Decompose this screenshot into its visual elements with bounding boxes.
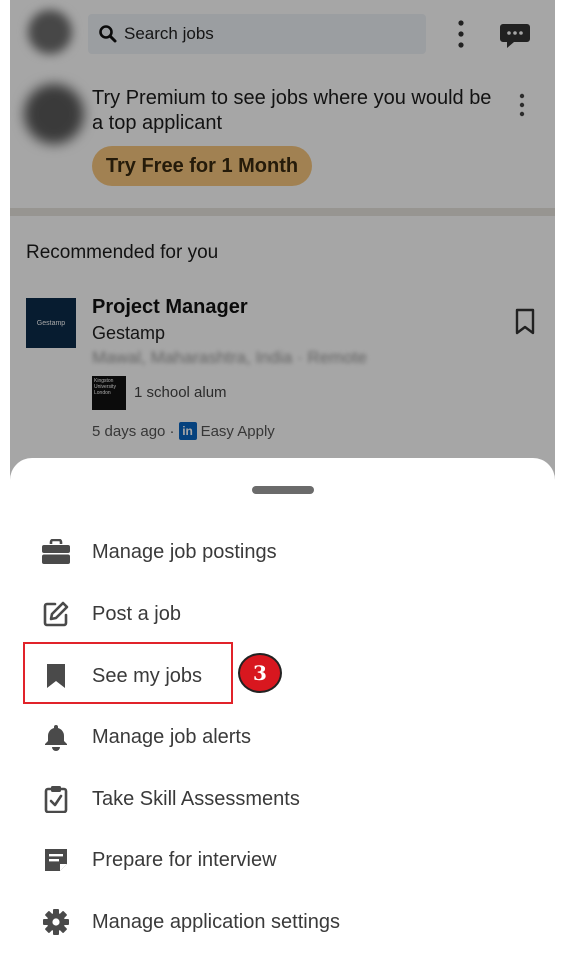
menu-item-label: Prepare for interview (92, 848, 277, 871)
edit-icon (40, 598, 72, 630)
menu-item-manage-job-alerts[interactable]: Manage job alerts (10, 709, 555, 765)
clipboard-check-icon (40, 783, 72, 815)
menu-item-prepare-for-interview[interactable]: Prepare for interview (10, 832, 555, 888)
bell-icon (40, 721, 72, 753)
menu-item-label: Post a job (92, 602, 181, 625)
menu-item-label: Manage job postings (92, 540, 277, 563)
menu-item-post-a-job[interactable]: Post a job (10, 586, 555, 642)
step-number-badge: 3 (238, 653, 282, 693)
menu-item-manage-job-postings[interactable]: Manage job postings (10, 524, 555, 580)
menu-item-manage-application-settings[interactable]: Manage application settings (10, 894, 555, 950)
bottom-sheet: Manage job postings Post a job See my jo… (10, 458, 555, 974)
note-icon (40, 844, 72, 876)
briefcase-icon (40, 536, 72, 568)
menu-item-label: Manage job alerts (92, 725, 251, 748)
step-highlight-box (23, 642, 233, 704)
screen-edge-right (555, 0, 565, 974)
menu-item-label: Manage application settings (92, 910, 340, 933)
screen-edge-left (0, 0, 10, 974)
gear-icon (40, 906, 72, 938)
menu-item-label: Take Skill Assessments (92, 787, 300, 810)
menu-item-take-skill-assessments[interactable]: Take Skill Assessments (10, 771, 555, 827)
app-screen: Search jobs Try Premium to see jobs wher… (0, 0, 565, 974)
drag-handle[interactable] (252, 486, 314, 494)
